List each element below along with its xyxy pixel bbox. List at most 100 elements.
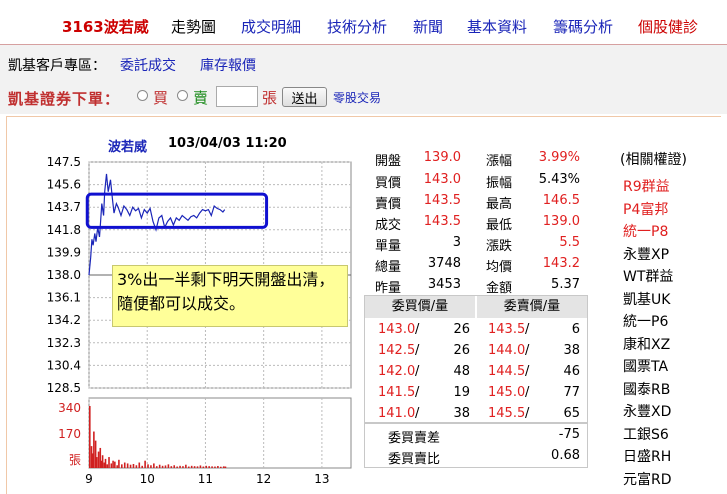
bid-label: 買價: [375, 176, 402, 191]
ask-price: 144.0: [488, 343, 526, 358]
volume-plot-frame: [88, 397, 352, 469]
volume-bar: [196, 466, 199, 468]
inventory-link[interactable]: 庫存報價: [200, 55, 256, 75]
ask-qty: 46: [563, 364, 580, 379]
odd-lot-link[interactable]: 零股交易: [333, 89, 381, 106]
x-tick-label: 12: [256, 472, 271, 486]
chart-timestamp: 103/04/03 11:20: [168, 136, 287, 151]
volume-label: 總量: [375, 260, 402, 275]
volume-bar: [114, 461, 116, 468]
nav-diagnosis[interactable]: 個股健診: [638, 16, 698, 37]
y-tick-label: 132.3: [47, 336, 81, 350]
volume-bar: [129, 464, 132, 468]
volume-bar: [99, 447, 102, 468]
x-tick-label: 10: [140, 472, 155, 486]
open-value: 139.0: [423, 150, 461, 165]
volume-bar: [176, 466, 178, 468]
buy-label: 買: [153, 89, 169, 107]
volume-bar: [153, 463, 155, 468]
volume-bar: [158, 464, 161, 468]
volume-bar: [170, 466, 173, 468]
y-tick-label: 139.9: [47, 245, 81, 259]
volume-bar: [190, 465, 193, 468]
separator: /: [415, 322, 420, 337]
sell-label: 賣: [193, 89, 209, 107]
annotation-note: 3%出一半剩下明天開盤出清，隨便都可以成交。: [112, 265, 348, 327]
warrant-link[interactable]: 統一P6: [623, 311, 668, 331]
nav-trade-detail[interactable]: 成交明細: [241, 16, 301, 37]
nav-chips[interactable]: 籌碼分析: [553, 16, 613, 37]
volume-bar: [94, 440, 97, 468]
warrant-link[interactable]: 永豐XP: [623, 244, 669, 264]
warrant-link[interactable]: 日盛RH: [623, 446, 671, 466]
volume-bar: [224, 466, 227, 468]
nav-trend[interactable]: 走勢圖: [171, 16, 216, 37]
separator: /: [525, 406, 530, 421]
y-tick-label: 145.6: [47, 178, 81, 192]
nav-news[interactable]: 新聞: [413, 16, 443, 37]
volume-bar: [93, 431, 95, 468]
client-area: 凱基客戶專區： 委託成交 庫存報價: [0, 45, 727, 79]
volume-bar: [101, 455, 104, 468]
volume-bar: [185, 464, 187, 468]
volume-bar: [155, 466, 158, 468]
x-tick-label: 9: [85, 472, 93, 486]
sell-radio[interactable]: [177, 90, 188, 101]
bid-ask-ratio-value: 0.68: [551, 448, 580, 463]
volume-bar: [179, 465, 181, 468]
ask-label: 賣價: [375, 197, 402, 212]
avg-label: 均價: [486, 260, 513, 275]
volume-bar: [123, 462, 126, 468]
separator: /: [525, 385, 530, 400]
volume-bar: [220, 466, 222, 468]
bid-qty: 26: [453, 343, 470, 358]
nav-basic-info[interactable]: 基本資料: [467, 16, 527, 37]
ask-qty: 65: [563, 406, 580, 421]
warrant-link[interactable]: 國泰RB: [623, 379, 670, 399]
volume-bar: [106, 464, 109, 468]
warrant-link[interactable]: WT群益: [623, 266, 673, 286]
divider: [6, 116, 721, 117]
x-tick-label: 11: [198, 472, 213, 486]
quantity-input[interactable]: [216, 86, 258, 107]
bid-price: 142.0: [378, 364, 416, 379]
orders-link[interactable]: 委託成交: [120, 55, 176, 75]
warrants-title: (相關權證): [620, 152, 687, 168]
separator: /: [415, 406, 420, 421]
y-tick-label: 134.2: [47, 313, 81, 327]
warrant-link[interactable]: 康和XZ: [623, 334, 670, 354]
volume-bar: [199, 465, 202, 468]
y-tick-label: 143.7: [47, 200, 81, 214]
separator: /: [525, 364, 530, 379]
warrant-link[interactable]: 永豐XD: [623, 401, 671, 421]
warrant-link[interactable]: 工銀S6: [623, 424, 669, 444]
ask-qty: 77: [563, 385, 580, 400]
buy-radio[interactable]: [137, 90, 148, 101]
warrant-link[interactable]: 元富RD: [623, 469, 672, 489]
warrant-link[interactable]: 凱基UK: [623, 289, 670, 309]
ask-qty: 6: [571, 322, 580, 337]
volume-value: 3748: [427, 256, 461, 271]
volume-tick-label: 340: [58, 401, 81, 415]
volume-bar: [187, 466, 190, 468]
warrant-link[interactable]: R9群益: [623, 176, 670, 196]
warrant-link[interactable]: 國票TA: [623, 356, 668, 376]
volume-bar: [214, 466, 216, 468]
nav-technical[interactable]: 技術分析: [327, 16, 387, 37]
warrant-link[interactable]: P4富邦: [623, 199, 668, 219]
volume-bar: [182, 466, 184, 468]
lot-label: 單量: [375, 239, 402, 254]
y-tick-label: 141.8: [47, 223, 81, 237]
volume-bar: [202, 466, 205, 468]
send-button[interactable]: 送出: [282, 87, 327, 107]
bid-ask-diff-value: -75: [558, 427, 580, 442]
last-label: 成交: [375, 218, 402, 233]
bid-ask-ratio-label: 委買賣比: [388, 452, 441, 467]
avg-value: 143.2: [542, 256, 580, 271]
y-tick-label: 130.4: [47, 358, 81, 372]
last-value: 143.5: [423, 214, 461, 229]
separator: /: [415, 343, 420, 358]
high-value: 146.5: [542, 193, 580, 208]
volume-bar: [95, 457, 98, 468]
warrant-link[interactable]: 統一P8: [623, 221, 668, 241]
